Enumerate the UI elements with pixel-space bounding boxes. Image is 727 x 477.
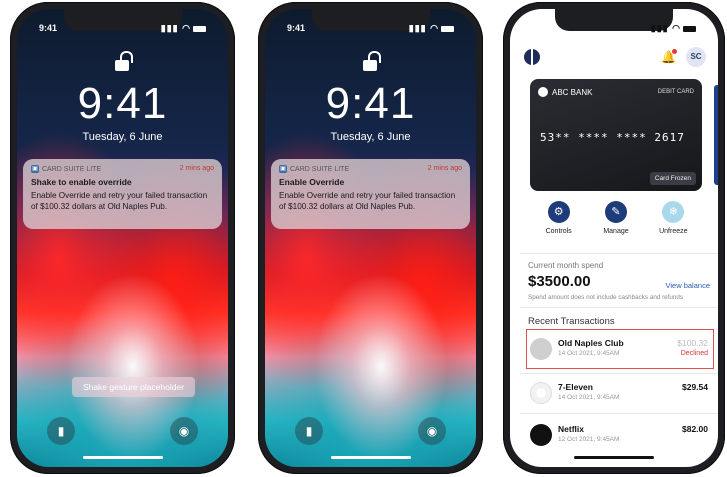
divider: [520, 253, 718, 254]
card-type: DEBIT CARD: [657, 89, 694, 95]
merchant-name: Old Naples Club: [558, 338, 624, 348]
phone-lockscreen-1: 9:41 ▮▮▮ ◠ 9:41 Tuesday, 6 June ▣ CARD SU…: [10, 2, 235, 474]
action-label: Controls: [545, 228, 572, 235]
wallpaper: [17, 9, 228, 467]
status-time: 9:41: [287, 23, 306, 33]
bank-name: ABC BANK: [552, 87, 593, 97]
signal-wifi-battery-icon: ▮▮▮ ◠: [651, 23, 696, 34]
home-indicator[interactable]: [574, 456, 654, 459]
lock-time: 9:41: [325, 79, 416, 128]
signal-wifi-battery-icon: ▮▮▮ ◠: [409, 23, 454, 34]
unlock-icon: [114, 51, 133, 71]
bank-logo-icon: [538, 87, 548, 97]
divider: [520, 373, 718, 374]
notification[interactable]: ▣ CARD SUITE LITE 2 mins ago Enable Overr…: [271, 159, 470, 229]
notification-time: 2 mins ago: [179, 165, 214, 172]
gear-icon: ⚙: [547, 201, 570, 223]
status-bar: 9:41 ▮▮▮ ◠: [287, 23, 454, 35]
status-time: 9:41: [39, 23, 58, 33]
unfreeze-button[interactable]: ❄ Unfreeze: [648, 201, 698, 247]
merchant-logo: [530, 338, 552, 360]
snowflake-icon: ❄: [662, 201, 685, 223]
transaction-amount: $82.00: [682, 424, 708, 434]
app-icon: ▣: [279, 165, 287, 173]
notification-time: 2 mins ago: [427, 165, 462, 172]
merchant-logo: [530, 424, 552, 446]
status-bar: ▮▮▮ ◠: [532, 23, 696, 35]
transaction-row[interactable]: Netflix 12 Oct 2021, 9:45AM $82.00: [528, 417, 712, 453]
home-indicator[interactable]: [82, 456, 163, 459]
phone-app: ▮▮▮ ◠ 🔔 SC ABC BANK DEBIT CARD 53** ****…: [503, 2, 725, 474]
flashlight-icon[interactable]: ▮: [47, 417, 75, 445]
wallpaper: [265, 9, 476, 467]
notification-app: CARD SUITE LITE: [290, 165, 350, 173]
card-status-badge: Card Frozen: [649, 172, 696, 185]
unlock-icon: [362, 51, 381, 71]
next-card-peek[interactable]: [714, 85, 718, 185]
declined-status: Declined: [680, 350, 708, 357]
bell-icon[interactable]: 🔔: [661, 49, 677, 64]
view-balance-link[interactable]: View balance: [666, 281, 710, 290]
phone-lockscreen-2: 9:41 ▮▮▮ ◠ 9:41 Tuesday, 6 June ▣ CARD SU…: [258, 2, 483, 474]
notification-title: Shake to enable override: [31, 177, 132, 187]
home-indicator[interactable]: [330, 456, 411, 459]
app-icon: ▣: [31, 165, 39, 173]
merchant-name: 7-Eleven: [558, 382, 593, 392]
merchant-name: Netflix: [558, 424, 584, 434]
flashlight-icon[interactable]: ▮: [295, 417, 323, 445]
status-bar: 9:41 ▮▮▮ ◠: [39, 23, 206, 35]
transaction-amount: $100.32: [677, 338, 708, 348]
transaction-date: 14 Oct 2021, 9:45AM: [558, 350, 620, 357]
card-app-screen: ▮▮▮ ◠ 🔔 SC ABC BANK DEBIT CARD 53** ****…: [510, 9, 718, 467]
lockscreen-1: 9:41 ▮▮▮ ◠ 9:41 Tuesday, 6 June ▣ CARD SU…: [17, 9, 228, 467]
recent-transactions-title: Recent Transactions: [528, 316, 615, 327]
action-label: Unfreeze: [659, 228, 688, 235]
lock-time: 9:41: [77, 79, 168, 128]
transaction-date: 14 Oct 2021, 9:45AM: [558, 394, 620, 401]
manage-button[interactable]: ✎ Manage: [591, 201, 641, 247]
wrench-icon: ✎: [604, 201, 627, 223]
transaction-row[interactable]: Old Naples Club 14 Oct 2021, 9:45AM $100…: [526, 329, 714, 369]
transaction-amount: $29.54: [682, 382, 708, 392]
shake-gesture-placeholder: Shake gesture placeholder: [72, 377, 195, 397]
divider: [520, 307, 718, 308]
notification-message: Enable Override and retry your failed tr…: [31, 191, 208, 211]
controls-button[interactable]: ⚙ Controls: [534, 201, 584, 247]
spend-label: Current month spend: [528, 261, 604, 270]
lockscreen-2: 9:41 ▮▮▮ ◠ 9:41 Tuesday, 6 June ▣ CARD SU…: [265, 9, 476, 467]
spend-amount: $3500.00: [528, 273, 591, 290]
divider: [520, 413, 718, 414]
card-actions: ⚙ Controls ✎ Manage ❄ Unfreeze: [530, 201, 702, 247]
camera-icon[interactable]: ◉: [170, 417, 198, 445]
app-header: 🔔 SC: [524, 47, 706, 71]
avatar[interactable]: SC: [686, 47, 706, 67]
notification-message: Enable Override and retry your failed tr…: [279, 191, 456, 211]
action-label: Manage: [603, 228, 629, 235]
spend-note: Spend amount does not include cashbacks …: [528, 294, 684, 301]
app-logo: [524, 49, 540, 65]
card-number: 53** **** **** 2617: [540, 131, 685, 144]
lock-date: Tuesday, 6 June: [330, 131, 411, 143]
debit-card[interactable]: ABC BANK DEBIT CARD 53** **** **** 2617 …: [530, 79, 702, 191]
lock-date: Tuesday, 6 June: [82, 131, 163, 143]
transaction-date: 12 Oct 2021, 9:45AM: [558, 436, 620, 443]
camera-icon[interactable]: ◉: [418, 417, 446, 445]
merchant-logo: [530, 382, 552, 404]
notification-title: Enable Override: [279, 177, 345, 187]
transaction-row[interactable]: 7-Eleven 14 Oct 2021, 9:45AM $29.54: [528, 375, 712, 411]
signal-wifi-battery-icon: ▮▮▮ ◠: [161, 23, 206, 34]
notification[interactable]: ▣ CARD SUITE LITE 2 mins ago Shake to ena…: [23, 159, 222, 229]
notification-app: CARD SUITE LITE: [42, 165, 102, 173]
